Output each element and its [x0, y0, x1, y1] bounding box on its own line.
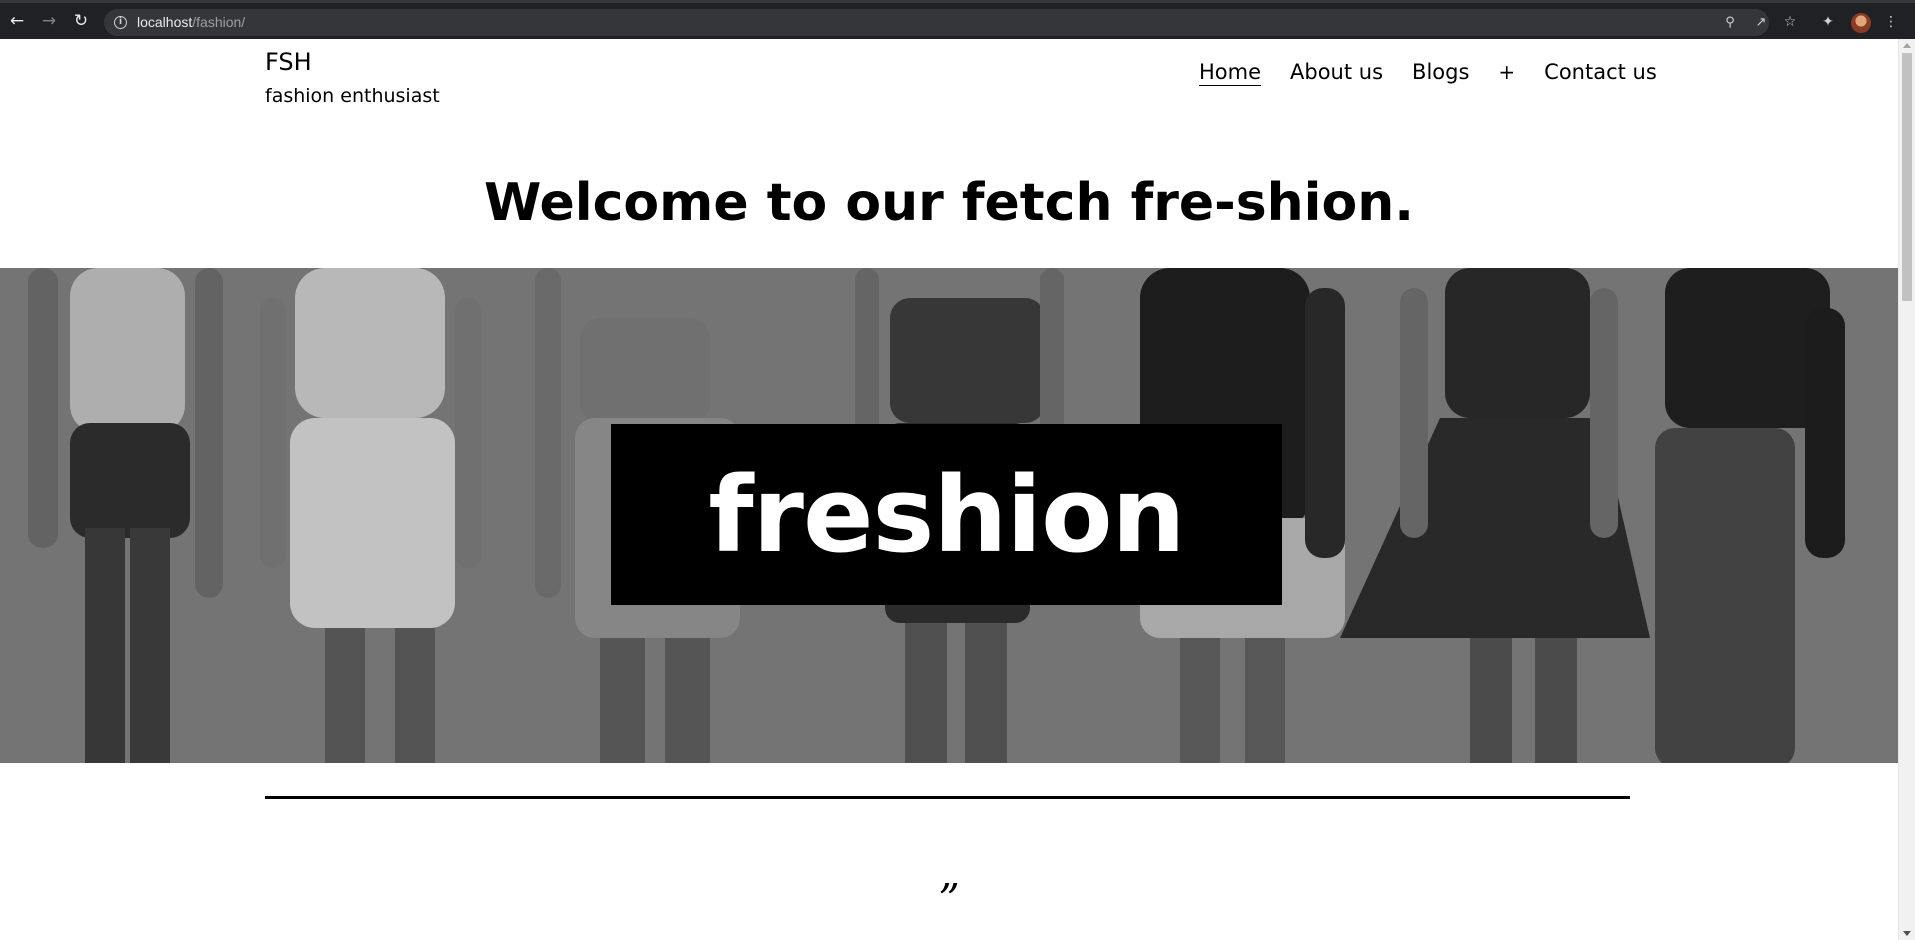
scroll-down-arrow-icon[interactable] [1903, 931, 1911, 936]
url-path: /fashion/ [192, 14, 246, 30]
nav-item-about-us[interactable]: About us [1290, 60, 1383, 84]
submenu-expand-button[interactable]: + [1498, 60, 1515, 84]
forward-icon[interactable]: → [39, 11, 59, 31]
url-text[interactable]: localhost/fashion/ [137, 14, 245, 30]
scrollbar-thumb[interactable] [1902, 53, 1912, 301]
nav-item-blogs[interactable]: Blogs [1412, 60, 1469, 84]
site-info-icon[interactable]: i [114, 16, 127, 29]
share-icon[interactable]: ↗ [1752, 14, 1770, 32]
hero-title: freshion [708, 453, 1185, 576]
section-divider [265, 796, 1630, 799]
address-bar[interactable]: i localhost/fashion/ ⚲ ↗ [104, 9, 1769, 36]
hero-cover-image: freshion [0, 268, 1898, 763]
site-tagline: fashion enthusiast [265, 85, 440, 107]
reload-icon[interactable]: ↻ [71, 11, 91, 31]
bookmark-star-icon[interactable]: ☆ [1780, 12, 1800, 32]
nav-item-home[interactable]: Home [1199, 60, 1261, 84]
scroll-up-arrow-icon[interactable] [1903, 43, 1911, 48]
welcome-heading: Welcome to our fetch fre-shion. [484, 173, 1414, 233]
browser-toolbar: ← → ↻ i localhost/fashion/ ⚲ ↗ ☆ ✦ ⋮ [0, 0, 1915, 39]
quote-mark: ” [938, 875, 960, 924]
nav-item-contact-us[interactable]: Contact us [1544, 60, 1657, 84]
site-title[interactable]: FSH [265, 48, 312, 76]
back-icon[interactable]: ← [7, 11, 27, 31]
primary-navigation: Home About us Blogs + Contact us [1199, 55, 1657, 89]
menu-kebab-icon[interactable]: ⋮ [1884, 12, 1898, 32]
url-host: localhost [137, 14, 193, 30]
web-page: FSH fashion enthusiast Home About us Blo… [0, 39, 1898, 940]
extensions-puzzle-icon[interactable]: ✦ [1818, 12, 1838, 32]
page-scrollbar[interactable] [1898, 39, 1915, 940]
zoom-icon[interactable]: ⚲ [1721, 14, 1739, 32]
hero-title-box: freshion [611, 424, 1282, 605]
profile-avatar[interactable] [1851, 13, 1871, 33]
